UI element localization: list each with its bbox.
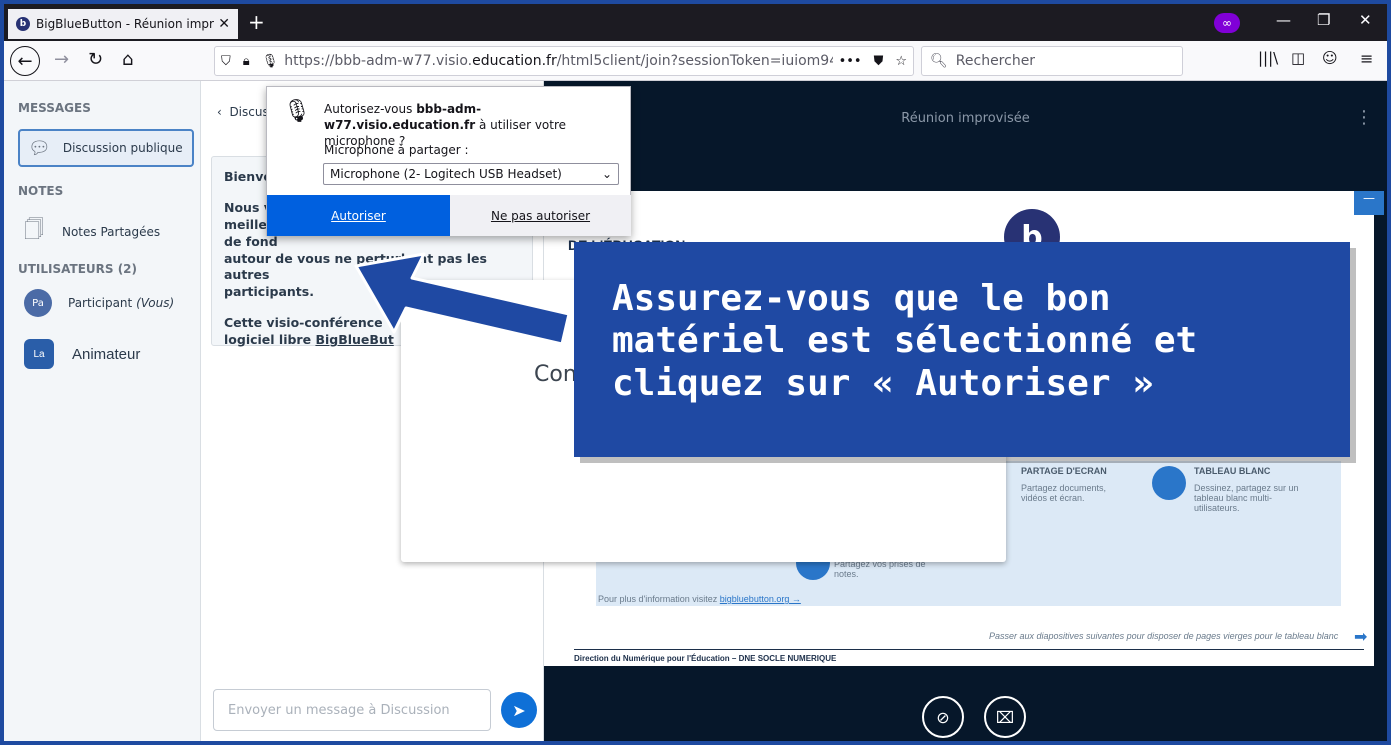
user-item-participant[interactable]: Pa Participant (Vous) bbox=[24, 289, 174, 317]
bookmark-star-icon[interactable]: ☆ bbox=[895, 54, 907, 69]
feature-notes-desc: Partagez vos prises de notes. bbox=[834, 559, 926, 579]
url-text[interactable]: https://bbb-adm-w77.visio.education.fr/h… bbox=[284, 53, 832, 69]
back-button-icon[interactable]: ← bbox=[10, 46, 40, 76]
lock-icon[interactable]: 🔒︎ bbox=[243, 54, 250, 69]
participant-name: Participant bbox=[68, 296, 133, 310]
forward-button-icon[interactable]: → bbox=[54, 49, 69, 70]
restore-window-icon[interactable]: ❐ bbox=[1317, 11, 1330, 29]
notes-document-icon: 🗍 bbox=[24, 217, 44, 241]
next-slide-arrow-icon[interactable]: ➡ bbox=[1354, 627, 1367, 646]
send-message-button[interactable]: ➤ bbox=[501, 692, 537, 728]
microphone-permission-popup: 🎙︎ Autorisez-vous bbb-adm-w77.visio.educ… bbox=[266, 86, 631, 236]
tab-close-icon[interactable]: ✕ bbox=[218, 16, 230, 32]
feature-whiteboard-desc: Dessinez, partagez sur un tableau blanc … bbox=[1194, 483, 1299, 513]
feature-screen-share-title: PARTAGE D'ECRAN bbox=[1021, 466, 1107, 476]
microphone-select[interactable]: Microphone (2- Logitech USB Headset) ⌄ bbox=[323, 163, 619, 185]
bigbluebutton-favicon-icon: b bbox=[16, 17, 30, 31]
home-icon[interactable]: ⌂ bbox=[122, 49, 133, 70]
chat-message-input[interactable]: Envoyer un message à Discussion bbox=[213, 689, 491, 731]
options-menu-icon[interactable]: ⋮ bbox=[1355, 107, 1373, 128]
connection-modal-text: Con bbox=[534, 362, 577, 387]
notes-section-header: NOTES bbox=[18, 184, 64, 198]
participant-you-label: (Vous) bbox=[136, 296, 175, 310]
users-section-header: UTILISATEURS (2) bbox=[18, 262, 138, 276]
camera-off-icon[interactable]: ⌧ bbox=[984, 696, 1026, 738]
participant-avatar: Pa bbox=[24, 289, 52, 317]
microphone-permission-icon[interactable]: 🎙︎ bbox=[262, 54, 279, 69]
page-actions-menu-icon[interactable]: ••• bbox=[839, 54, 862, 69]
send-icon: ➤ bbox=[512, 700, 526, 720]
pocket-icon[interactable]: ⛊ bbox=[874, 54, 884, 69]
callout-line-3: cliquez sur « Autoriser » bbox=[612, 362, 1154, 404]
reload-icon[interactable]: ↻ bbox=[88, 49, 103, 70]
chevron-down-icon: ⌄ bbox=[601, 167, 612, 181]
shared-notes-item[interactable]: 🗍 Notes Partagées bbox=[24, 215, 160, 249]
more-info-text: Pour plus d'information visitez bigblueb… bbox=[598, 594, 801, 604]
browser-tab[interactable]: b BigBlueButton - Réunion impro ✕ bbox=[8, 9, 238, 39]
callout-line-1: Assurez-vous que le bon bbox=[612, 278, 1111, 319]
next-slides-hint: Passer aux diapositives suivantes pour d… bbox=[989, 631, 1339, 641]
chat-bubble-icon: 💬︎ bbox=[28, 137, 51, 159]
private-browsing-icon: ∞ bbox=[1214, 13, 1240, 33]
new-tab-button[interactable]: + bbox=[248, 10, 265, 34]
instruction-callout: Assurez-vous que le bon matériel est sél… bbox=[574, 242, 1350, 457]
microphone-share-label: Microphone à partager : bbox=[324, 143, 469, 157]
feature-screen-share-desc: Partagez documents, vidéos et écran. bbox=[1021, 483, 1107, 503]
callout-arrow-icon bbox=[354, 252, 571, 346]
messages-section-header: MESSAGES bbox=[18, 101, 91, 115]
screen-share-toggle-icon[interactable]: ⊘ bbox=[922, 696, 964, 738]
shared-notes-label: Notes Partagées bbox=[61, 225, 161, 239]
public-chat-button[interactable]: 💬︎ Discussion publique bbox=[18, 129, 194, 167]
callout-line-2: matériel est sélectionné et bbox=[612, 320, 1198, 362]
search-icon: 🔍︎ bbox=[930, 53, 948, 69]
allow-button[interactable]: Autoriser bbox=[267, 195, 450, 236]
feature-whiteboard-title: TABLEAU BLANC bbox=[1194, 466, 1271, 476]
whiteboard-feature-icon bbox=[1152, 466, 1186, 500]
account-icon[interactable]: ☺ bbox=[1322, 49, 1338, 67]
chat-panel-title: Discus bbox=[229, 105, 269, 119]
browser-navigation-bar: ← → ↻ ⌂ ⛉ 🔒︎ 🎙︎ https://bbb-adm-w77.visi… bbox=[4, 41, 1387, 81]
hamburger-menu-icon[interactable]: ≡ bbox=[1360, 49, 1373, 68]
meeting-name: Réunion improvisée bbox=[901, 111, 1030, 126]
close-window-icon[interactable]: ✕ bbox=[1359, 11, 1372, 29]
search-placeholder: Rechercher bbox=[955, 53, 1036, 69]
selected-microphone: Microphone (2- Logitech USB Headset) bbox=[330, 167, 562, 181]
microphone-icon: 🎙︎ bbox=[283, 99, 311, 124]
user-item-animateur[interactable]: La Animateur bbox=[24, 339, 140, 369]
address-bar[interactable]: ⛉ 🔒︎ 🎙︎ https://bbb-adm-w77.visio.educat… bbox=[214, 46, 914, 76]
search-input[interactable]: 🔍︎ Rechercher bbox=[921, 46, 1183, 76]
minimize-presentation-button[interactable]: — bbox=[1354, 191, 1384, 215]
animateur-name: Animateur bbox=[72, 345, 141, 363]
user-list-sidebar: MESSAGES 💬︎ Discussion publique NOTES 🗍 … bbox=[4, 81, 201, 741]
chat-panel-header[interactable]: ‹ Discus bbox=[217, 105, 269, 119]
slide-footer: Direction du Numérique pour l'Éducation … bbox=[574, 649, 1364, 663]
library-icon[interactable]: |||\ bbox=[1258, 49, 1278, 67]
screenshot-frame: b BigBlueButton - Réunion impro ✕ + ∞ — … bbox=[0, 0, 1391, 745]
browser-tab-strip: b BigBlueButton - Réunion impro ✕ + ∞ — … bbox=[4, 4, 1387, 41]
animateur-avatar: La bbox=[24, 339, 54, 369]
sidebar-toggle-icon[interactable]: ◫ bbox=[1291, 49, 1305, 67]
tracking-protection-icon[interactable]: ⛉ bbox=[221, 54, 231, 69]
tab-title: BigBlueButton - Réunion impro bbox=[36, 17, 215, 31]
deny-button[interactable]: Ne pas autoriser bbox=[450, 195, 631, 236]
minimize-window-icon[interactable]: — bbox=[1276, 11, 1291, 29]
public-chat-label: Discussion publique bbox=[62, 141, 183, 155]
bigbluebutton-org-link[interactable]: bigbluebutton.org → bbox=[720, 594, 801, 604]
